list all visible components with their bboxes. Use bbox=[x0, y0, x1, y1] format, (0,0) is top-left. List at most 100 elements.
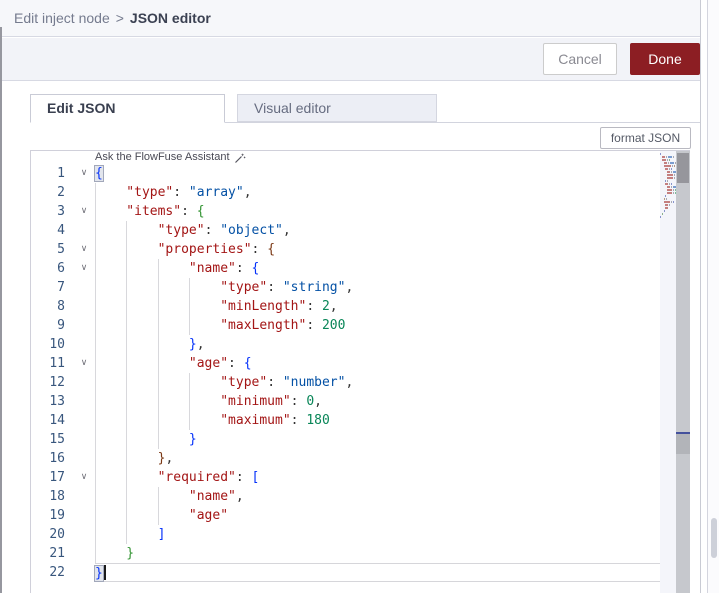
indent-guide bbox=[157, 487, 159, 506]
editor-scrollbar[interactable] bbox=[676, 151, 690, 593]
code-token: : bbox=[251, 242, 268, 257]
minimap[interactable] bbox=[660, 151, 676, 593]
indent-guide bbox=[126, 525, 128, 544]
code-line[interactable]: 12 "type": "number", bbox=[31, 373, 660, 392]
code-token: : bbox=[306, 299, 322, 314]
indent-guide bbox=[157, 335, 159, 354]
format-json-button[interactable]: format JSON bbox=[600, 127, 691, 149]
text-cursor bbox=[103, 565, 106, 580]
indent-guide bbox=[126, 335, 128, 354]
window-scrollbar-thumb[interactable] bbox=[711, 518, 717, 558]
code-line[interactable]: 14 "maximum": 180 bbox=[31, 411, 660, 430]
code-line[interactable]: 20] bbox=[31, 525, 660, 544]
fold-chevron-icon[interactable]: ∨ bbox=[73, 164, 95, 183]
code-line[interactable]: 18 "name", bbox=[31, 487, 660, 506]
code-line[interactable]: 16}, bbox=[31, 449, 660, 468]
fold-chevron-icon[interactable]: ∨ bbox=[73, 202, 95, 221]
indent-guide bbox=[95, 278, 96, 297]
indent-guide bbox=[188, 373, 190, 392]
code-line[interactable]: 4 "type": "object", bbox=[31, 221, 660, 240]
code-token: "minLength" bbox=[220, 299, 307, 314]
indent-guide bbox=[157, 278, 159, 297]
code-content: "required": [ bbox=[95, 468, 660, 487]
indent-guide bbox=[126, 373, 128, 392]
code-token: , bbox=[282, 223, 291, 238]
indent-guide bbox=[95, 183, 96, 202]
line-number: 14 bbox=[49, 413, 65, 428]
scrollbar-thumb[interactable] bbox=[677, 153, 689, 183]
code-line[interactable]: 8 "minLength": 2, bbox=[31, 297, 660, 316]
fold-chevron-icon[interactable]: ∨ bbox=[73, 354, 95, 373]
cancel-button[interactable]: Cancel bbox=[543, 43, 617, 75]
indent-guide bbox=[95, 240, 96, 259]
code-line[interactable]: 7 "type": "string", bbox=[31, 278, 660, 297]
json-editor-dialog: Edit inject node > JSON editor Cancel Do… bbox=[0, 0, 719, 593]
code-token: : bbox=[267, 375, 283, 390]
code-line[interactable]: 22} bbox=[31, 563, 660, 582]
code-token: , bbox=[196, 337, 205, 352]
code-token: : bbox=[267, 280, 283, 295]
assistant-hint[interactable]: Ask the FlowFuse Assistant bbox=[31, 151, 690, 164]
code-content: }, bbox=[95, 335, 660, 354]
code-line[interactable]: 13 "minimum": 0, bbox=[31, 392, 660, 411]
code-token: } bbox=[126, 546, 135, 561]
indent-guide bbox=[157, 297, 159, 316]
indent-guide bbox=[95, 221, 96, 240]
code-line[interactable]: 1 ∨{ bbox=[31, 164, 660, 183]
minimap-content bbox=[660, 153, 676, 218]
indent-guide bbox=[157, 373, 159, 392]
code-token: , bbox=[165, 451, 174, 466]
indent-guide bbox=[188, 278, 190, 297]
line-number: 20 bbox=[49, 527, 65, 542]
code-token: "properties" bbox=[157, 242, 252, 257]
fold-chevron-icon[interactable]: ∨ bbox=[73, 259, 95, 278]
json-code-editor[interactable]: Ask the FlowFuse Assistant 1 ∨{2 "type": "… bbox=[30, 150, 690, 593]
code-line[interactable]: 6 ∨ "name": { bbox=[31, 259, 660, 278]
code-token: , bbox=[329, 299, 338, 314]
code-token: 2 bbox=[321, 299, 330, 314]
code-line[interactable]: 21} bbox=[31, 544, 660, 563]
line-number: 13 bbox=[49, 394, 65, 409]
code-line[interactable]: 9 "maxLength": 200 bbox=[31, 316, 660, 335]
code-content: "age" bbox=[95, 506, 660, 525]
code-token: "type" bbox=[220, 280, 268, 295]
code-line[interactable]: 19 "age" bbox=[31, 506, 660, 525]
code-line[interactable]: 17 ∨ "required": [ bbox=[31, 468, 660, 487]
code-line[interactable]: 11 ∨ "age": { bbox=[31, 354, 660, 373]
window-scrollbar[interactable] bbox=[707, 0, 719, 593]
indent-guide bbox=[126, 297, 128, 316]
code-content: "maxLength": 200 bbox=[95, 316, 660, 335]
line-number: 8 bbox=[57, 299, 65, 314]
fold-chevron-icon[interactable]: ∨ bbox=[73, 240, 95, 259]
line-number: 16 bbox=[49, 451, 65, 466]
code-line[interactable]: 3 ∨ "items": { bbox=[31, 202, 660, 221]
code-line[interactable]: 2 "type": "array", bbox=[31, 183, 660, 202]
code-line[interactable]: 5 ∨ "properties": { bbox=[31, 240, 660, 259]
action-button-bar: Cancel Done bbox=[0, 38, 701, 81]
indent-guide bbox=[126, 354, 128, 373]
code-line[interactable]: 10}, bbox=[31, 335, 660, 354]
breadcrumb-parent-link[interactable]: Edit inject node bbox=[14, 10, 110, 26]
code-token: "minimum" bbox=[220, 394, 291, 409]
code-token: [ bbox=[251, 470, 260, 485]
tab-edit-json[interactable]: Edit JSON bbox=[30, 94, 225, 123]
code-content: "name", bbox=[95, 487, 660, 506]
code-content: { bbox=[94, 164, 660, 183]
done-button[interactable]: Done bbox=[630, 43, 700, 75]
fold-chevron-icon[interactable]: ∨ bbox=[73, 468, 95, 487]
code-token: : bbox=[235, 470, 252, 485]
code-token: : bbox=[306, 318, 322, 333]
line-number: 19 bbox=[49, 508, 65, 523]
code-token: : bbox=[204, 223, 221, 238]
code-line[interactable]: 15} bbox=[31, 430, 660, 449]
line-number: 4 bbox=[57, 223, 65, 238]
indent-guide bbox=[95, 525, 96, 544]
code-token: "age" bbox=[188, 356, 229, 371]
indent-guide bbox=[126, 259, 128, 278]
code-token: { bbox=[243, 356, 252, 371]
tab-visual-editor[interactable]: Visual editor bbox=[237, 94, 437, 122]
